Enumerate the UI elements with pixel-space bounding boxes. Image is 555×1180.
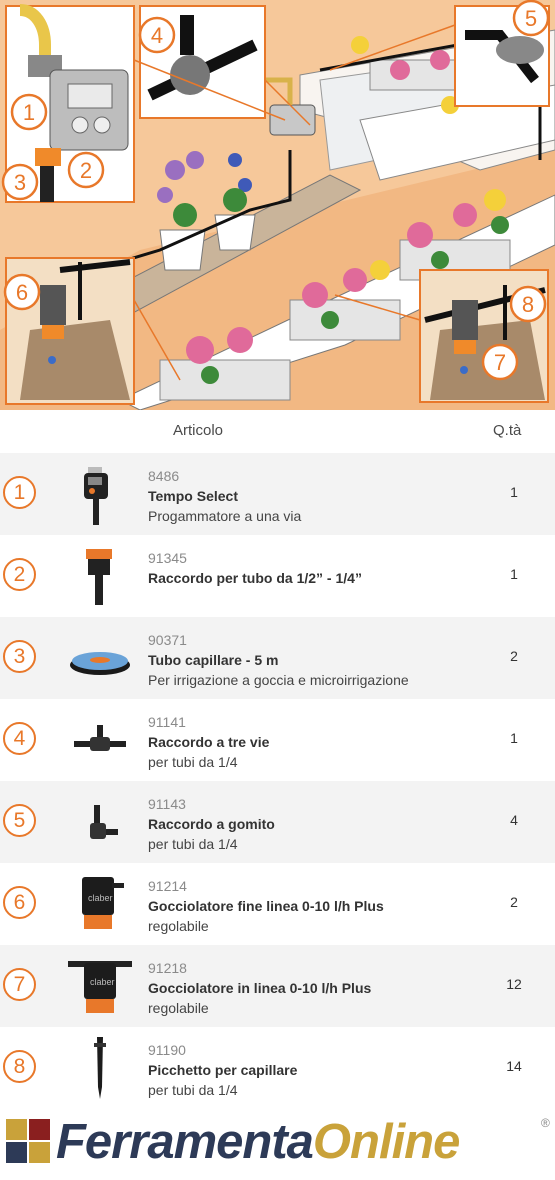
item-number-badge: 8 — [3, 1050, 36, 1083]
callout-4: 4 — [138, 16, 176, 54]
hose-coil-icon — [66, 625, 134, 691]
item-quantity: 1 — [510, 566, 518, 582]
brand-wordmark: FerramentaOnline — [56, 1114, 460, 1170]
item-quantity: 4 — [510, 812, 518, 828]
item-number-badge: 3 — [3, 640, 36, 673]
svg-text:claber: claber — [88, 893, 113, 903]
table-row: 5 91143 Raccordo a gomito per tubi da 1/4 4 — [0, 781, 555, 863]
item-name: Picchetto per capillare — [148, 1062, 298, 1078]
callout-1: 1 — [10, 93, 48, 131]
end-dripper-icon: claber — [66, 871, 134, 937]
table-row: 2 91345 Raccordo per tubo da 1/2” - 1/4” 1 — [0, 535, 555, 617]
item-quantity: 1 — [510, 730, 518, 746]
brand-name-part1: Ferramenta — [56, 1115, 314, 1169]
callout-3: 3 — [1, 163, 39, 201]
column-header-qty: Q.tà — [493, 422, 522, 439]
inline-dripper-icon: claber — [66, 953, 134, 1019]
brand-name-part2: Online — [312, 1115, 460, 1169]
item-quantity: 14 — [506, 1058, 522, 1074]
item-quantity: 12 — [506, 976, 522, 992]
item-description: per tubi da 1/4 — [148, 1082, 238, 1098]
svg-text:5: 5 — [525, 6, 537, 31]
item-name: Raccordo per tubo da 1/2” - 1/4” — [148, 570, 362, 586]
table-row: 6 claber 91214 Gocciolatore fine linea 0-10… — [0, 863, 555, 945]
item-number-badge: 2 — [3, 558, 36, 591]
item-code: 90371 — [148, 632, 187, 648]
logo-mark-icon — [6, 1119, 50, 1163]
item-name: Raccordo a tre vie — [148, 734, 270, 750]
item-name: Tempo Select — [148, 488, 238, 504]
callout-8: 8 — [509, 285, 547, 323]
item-quantity: 1 — [510, 484, 518, 500]
item-code: 91141 — [148, 714, 186, 730]
item-number-badge: 7 — [3, 968, 36, 1001]
timer-icon — [66, 461, 134, 527]
elbow-connector-icon — [66, 789, 134, 855]
item-number-badge: 4 — [3, 722, 36, 755]
item-description: regolabile — [148, 918, 209, 934]
item-description: Progammatore a una via — [148, 508, 302, 524]
svg-text:claber: claber — [90, 977, 115, 987]
item-number-badge: 5 — [3, 804, 36, 837]
item-name: Raccordo a gomito — [148, 816, 275, 832]
item-quantity: 2 — [510, 648, 518, 664]
callout-5: 5 — [512, 0, 550, 37]
svg-text:7: 7 — [494, 350, 506, 375]
item-code: 8486 — [148, 468, 180, 484]
svg-text:2: 2 — [80, 158, 92, 183]
svg-text:3: 3 — [14, 170, 26, 195]
callout-7: 7 — [481, 343, 519, 381]
item-name: Tubo capillare - 5 m — [148, 652, 279, 668]
item-quantity: 2 — [510, 894, 518, 910]
registered-mark: ® — [541, 1116, 550, 1130]
table-row: 4 91141 Raccordo a tre vie per tubi da 1/4 1 — [0, 699, 555, 781]
svg-text:6: 6 — [16, 280, 28, 305]
item-code: 91214 — [148, 878, 187, 894]
tee-connector-icon — [66, 707, 134, 773]
svg-text:8: 8 — [522, 292, 534, 317]
column-header-article: Articolo — [173, 422, 224, 439]
table-rows: 1 8486 Tempo Select Progammatore a una via 1… — [0, 453, 555, 1109]
item-code: 91218 — [148, 960, 187, 976]
adapter-icon — [66, 543, 134, 609]
item-description: regolabile — [148, 1000, 209, 1016]
item-name: Gocciolatore in linea 0-10 l/h Plus — [148, 980, 372, 996]
item-description: Per irrigazione a goccia e microirrigazi… — [148, 672, 409, 688]
item-description: per tubi da 1/4 — [148, 754, 238, 770]
item-number-badge: 6 — [3, 886, 36, 919]
installation-illustration: 1 2 3 4 5 6 7 8 — [0, 0, 555, 410]
item-code: 91345 — [148, 550, 187, 566]
callout-6: 6 — [3, 273, 41, 311]
stake-icon — [66, 1035, 134, 1101]
svg-text:4: 4 — [151, 23, 163, 48]
table-row: 1 8486 Tempo Select Progammatore a una via 1 — [0, 453, 555, 535]
item-number-badge: 1 — [3, 476, 36, 509]
table-row: 8 91190 Picchetto per capillare per tubi da… — [0, 1027, 555, 1109]
item-name: Gocciolatore fine linea 0-10 l/h Plus — [148, 898, 384, 914]
table-row: 7 claber 91218 Gocciolatore in linea 0-10 l… — [0, 945, 555, 1027]
table-row: 3 90371 Tubo capillare - 5 m Per irrigazion… — [0, 617, 555, 699]
product-table: Articolo Q.tà 1 8486 Tempo Select Progammat… — [0, 410, 555, 1110]
table-header: Articolo Q.tà — [0, 410, 555, 453]
svg-text:1: 1 — [23, 100, 35, 125]
callout-2: 2 — [67, 151, 105, 189]
footer-logo: FerramentaOnline ® — [0, 1110, 555, 1180]
item-code: 91143 — [148, 796, 186, 812]
item-code: 91190 — [148, 1042, 186, 1058]
item-description: per tubi da 1/4 — [148, 836, 238, 852]
